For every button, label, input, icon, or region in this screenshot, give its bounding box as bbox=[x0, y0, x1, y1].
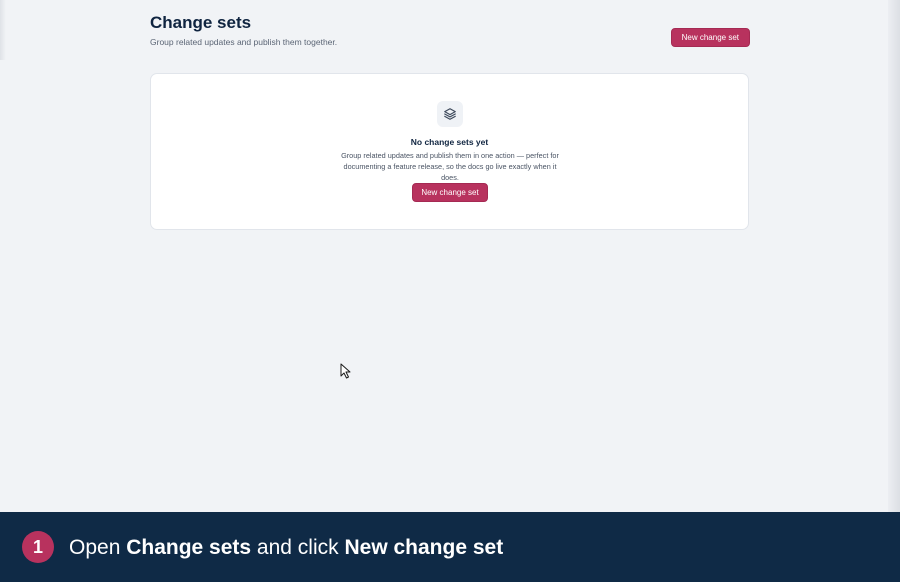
step-instruction: Open Change sets and click New change se… bbox=[69, 535, 503, 561]
instruction-target: Change sets bbox=[126, 536, 252, 559]
instruction-action: New change set bbox=[344, 536, 504, 559]
mouse-pointer-icon bbox=[340, 363, 351, 379]
page-subtitle: Group related updates and publish them t… bbox=[150, 37, 338, 47]
instruction-text-open: Open bbox=[69, 536, 127, 559]
layers-icon bbox=[444, 108, 456, 120]
empty-state-icon-container bbox=[437, 101, 463, 127]
instruction-text-middle: and click bbox=[251, 536, 345, 559]
tutorial-step-banner: 1 Open Change sets and click New change … bbox=[0, 512, 900, 582]
empty-state-new-change-set-button[interactable]: New change set bbox=[412, 183, 488, 202]
step-number-badge: 1 bbox=[22, 531, 54, 563]
empty-state-title: No change sets yet bbox=[410, 137, 489, 147]
left-edge-shadow bbox=[0, 0, 6, 60]
scrollbar-track[interactable] bbox=[888, 0, 900, 512]
new-change-set-button[interactable]: New change set bbox=[670, 28, 750, 47]
empty-state-description: Group related updates and publish them i… bbox=[341, 151, 559, 182]
page-header: Change sets Group related updates and pu… bbox=[150, 13, 750, 53]
empty-state-card: No change sets yet Group related updates… bbox=[150, 73, 749, 230]
page-title: Change sets bbox=[150, 13, 252, 32]
